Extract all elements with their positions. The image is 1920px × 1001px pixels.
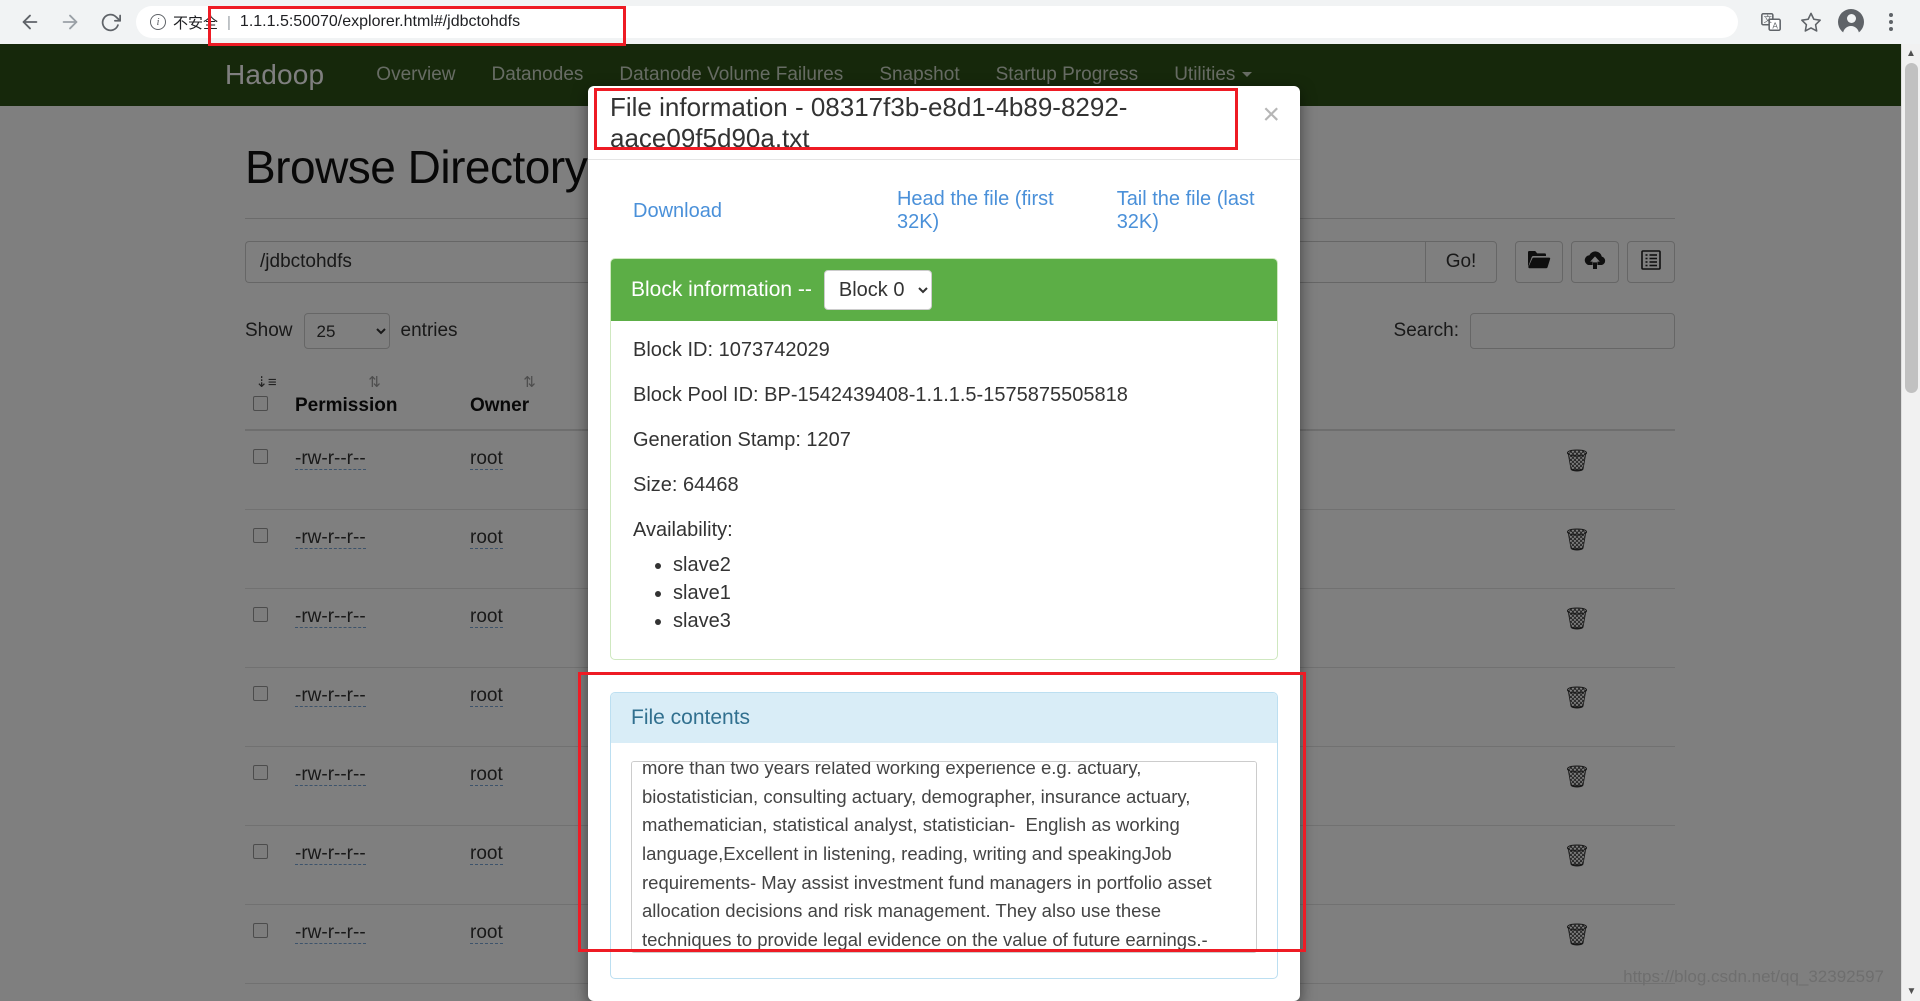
kebab-menu-icon[interactable] bbox=[1872, 3, 1910, 41]
list-item: slave1 bbox=[673, 582, 1255, 605]
list-item: slave3 bbox=[673, 610, 1255, 633]
download-link[interactable]: Download bbox=[633, 200, 722, 223]
file-contents-label: File contents bbox=[631, 706, 751, 729]
block-information-panel: Block information -- Block 0 Block ID: 1… bbox=[610, 258, 1278, 660]
forward-arrow-icon[interactable] bbox=[50, 2, 90, 42]
head-file-link[interactable]: Head the file (first 32K) bbox=[897, 188, 1075, 234]
back-arrow-icon[interactable] bbox=[10, 2, 50, 42]
block-information-label: Block information -- bbox=[631, 278, 812, 301]
file-contents-body bbox=[611, 743, 1277, 978]
block-select[interactable]: Block 0 bbox=[823, 270, 932, 310]
list-item: slave2 bbox=[673, 554, 1255, 577]
file-action-links: Download Head the file (first 32K) Tail … bbox=[610, 182, 1278, 258]
block-id: Block ID: 1073742029 bbox=[633, 339, 830, 361]
file-contents-textarea[interactable] bbox=[631, 761, 1257, 953]
block-information-header: Block information -- Block 0 bbox=[611, 259, 1277, 321]
svg-text:文: 文 bbox=[1764, 14, 1772, 24]
page-scrollbar[interactable]: ▲ ▼ bbox=[1901, 44, 1920, 1001]
url-text: 1.1.1.5:50070/explorer.html#/jdbctohdfs bbox=[239, 13, 521, 30]
toolbar-right-actions: 文A bbox=[1752, 3, 1920, 41]
browser-toolbar: i 不安全 | 1.1.1.5:50070/explorer.html#/jdb… bbox=[0, 0, 1920, 44]
tail-file-link[interactable]: Tail the file (last 32K) bbox=[1117, 188, 1278, 234]
block-size: Size: 64468 bbox=[633, 474, 739, 496]
file-contents-header: File contents bbox=[611, 693, 1277, 743]
scroll-up-arrow-icon[interactable]: ▲ bbox=[1902, 44, 1920, 63]
availability-list: slave2 slave1 slave3 bbox=[633, 554, 1255, 633]
modal-title: File information - 08317f3b-e8d1-4b89-82… bbox=[610, 91, 1128, 153]
modal-header: File information - 08317f3b-e8d1-4b89-82… bbox=[588, 86, 1300, 160]
file-information-modal: File information - 08317f3b-e8d1-4b89-82… bbox=[588, 86, 1300, 1001]
availability-label: Availability: bbox=[633, 519, 733, 541]
scroll-down-arrow-icon[interactable]: ▼ bbox=[1902, 982, 1920, 1001]
translate-icon[interactable]: 文A bbox=[1752, 3, 1790, 41]
scrollbar-thumb[interactable] bbox=[1905, 63, 1918, 393]
reload-icon[interactable] bbox=[90, 2, 130, 42]
address-bar[interactable]: i 不安全 | 1.1.1.5:50070/explorer.html#/jdb… bbox=[136, 6, 1738, 38]
security-status-label: 不安全 bbox=[173, 14, 219, 32]
file-contents-panel: File contents bbox=[610, 692, 1278, 979]
close-icon[interactable]: × bbox=[1262, 100, 1280, 130]
generation-stamp: Generation Stamp: 1207 bbox=[633, 429, 851, 451]
star-icon[interactable] bbox=[1792, 3, 1830, 41]
svg-text:A: A bbox=[1772, 21, 1778, 30]
site-info-icon[interactable]: i bbox=[150, 14, 166, 30]
profile-avatar-icon[interactable] bbox=[1832, 3, 1870, 41]
modal-body: Download Head the file (first 32K) Tail … bbox=[588, 160, 1300, 979]
omnibox-separator: | bbox=[227, 13, 231, 31]
block-pool-id: Block Pool ID: BP-1542439408-1.1.1.5-157… bbox=[633, 384, 1128, 406]
block-information-body: Block ID: 1073742029 Block Pool ID: BP-1… bbox=[611, 321, 1277, 659]
